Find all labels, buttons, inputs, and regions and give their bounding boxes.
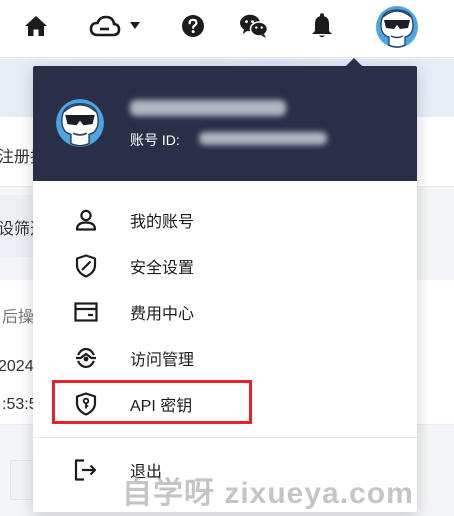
logout-icon <box>73 457 99 483</box>
menu-item-billing-center[interactable]: 费用中心 <box>33 289 417 335</box>
menu-arrow <box>346 58 362 66</box>
account-menu: 账号 ID: 我的账号 安全设置 费用中心 访问管理 API 密钥 退出 <box>33 66 417 512</box>
background-text: 后操 <box>2 309 35 326</box>
home-icon[interactable] <box>22 12 50 40</box>
menu-item-my-account[interactable]: 我的账号 <box>33 197 417 243</box>
account-avatar <box>55 98 105 148</box>
billing-icon <box>73 299 99 325</box>
menu-item-access-management[interactable]: 访问管理 <box>33 335 417 381</box>
avatar[interactable] <box>374 4 420 50</box>
top-navbar <box>0 0 454 58</box>
cloud-icon[interactable] <box>88 12 122 40</box>
chevron-down-icon[interactable] <box>128 16 142 34</box>
menu-divider <box>33 437 417 438</box>
highlight-box <box>52 380 252 424</box>
menu-item-label: 我的账号 <box>130 214 195 231</box>
account-id-label: 账号 ID: <box>130 132 180 148</box>
account-header: 账号 ID: <box>33 66 417 181</box>
shield-icon <box>73 253 99 279</box>
help-icon[interactable] <box>179 12 207 40</box>
account-id-redacted <box>199 132 327 145</box>
menu-item-label: 费用中心 <box>130 306 195 323</box>
user-icon <box>73 207 99 233</box>
access-icon <box>73 345 99 371</box>
account-email-redacted <box>130 100 286 116</box>
wechat-icon[interactable] <box>238 12 270 40</box>
bell-icon[interactable] <box>308 11 336 41</box>
menu-item-label: 访问管理 <box>130 352 195 369</box>
menu-item-security-settings[interactable]: 安全设置 <box>33 243 417 289</box>
watermark: 自学呀 zixueya.com <box>122 477 414 510</box>
menu-item-label: 安全设置 <box>130 260 195 277</box>
